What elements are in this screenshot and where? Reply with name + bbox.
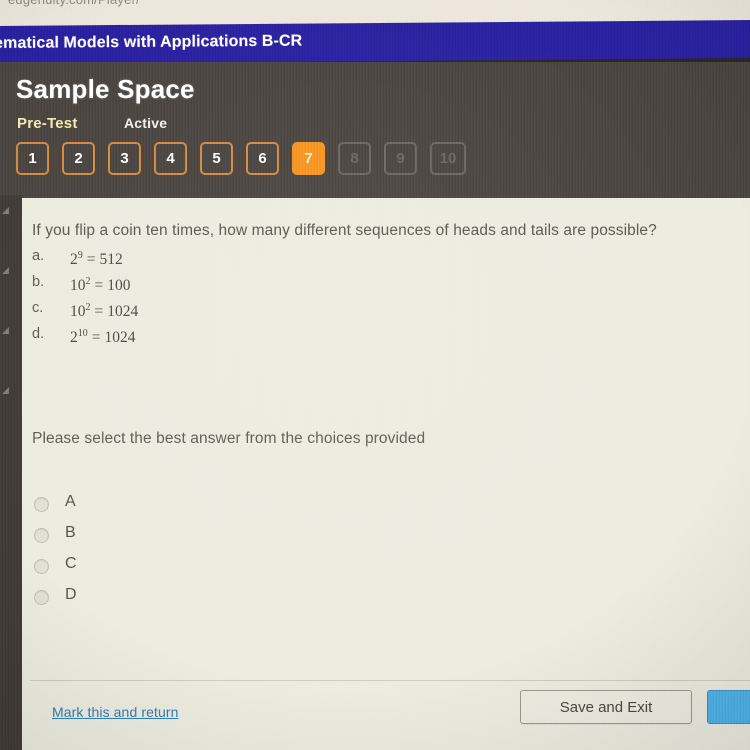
save-and-exit-button[interactable]: Save and Exit	[520, 690, 692, 724]
footer-divider	[30, 680, 750, 681]
rail-arrow-icon	[2, 207, 9, 214]
question-nav-button-10: 10	[430, 142, 466, 175]
assignment-status-label: Active	[123, 115, 168, 131]
url-text: edgenuity.com/Player/	[8, 0, 140, 7]
question-nav-button-7[interactable]: 7	[292, 142, 325, 175]
question-nav-button-label: 2	[74, 150, 83, 167]
question-nav-button-4[interactable]: 4	[154, 142, 187, 175]
answer-option-label: C	[65, 555, 77, 572]
answer-choice-expression: 102 = 100	[70, 276, 131, 295]
question-nav-button-label: 1	[28, 150, 37, 167]
answer-choice-expression: 210 = 1024	[70, 328, 136, 347]
question-nav-button-8: 8	[338, 142, 371, 175]
question-nav-button-5[interactable]: 5	[200, 142, 233, 175]
radio-button-icon[interactable]	[34, 590, 49, 605]
answer-choice-letter: a.	[32, 248, 45, 264]
question-nav-button-6[interactable]: 6	[246, 142, 279, 175]
answer-choice-letter: c.	[32, 300, 44, 316]
radio-button-icon[interactable]	[34, 528, 49, 543]
assignment-type-label: Pre-Test	[17, 115, 78, 132]
question-nav-button-label: 9	[396, 150, 405, 167]
question-nav-button-2[interactable]: 2	[62, 142, 95, 175]
question-panel: If you flip a coin ten times, how many d…	[22, 198, 750, 750]
question-nav-button-label: 8	[350, 150, 359, 167]
select-answer-prompt: Please select the best answer from the c…	[32, 430, 426, 447]
mark-this-and-return-link[interactable]: Mark this and return	[52, 704, 179, 720]
assignment-status-row: Pre-Test Active	[17, 115, 167, 133]
answer-choice-expression: 29 = 512	[70, 250, 123, 269]
answer-choice-letter: d.	[32, 326, 45, 342]
answer-choice-expression: 102 = 1024	[70, 302, 139, 321]
assignment-header: Sample Space Pre-Test Active 1 2 3 4 5 6 7 8 9 10	[0, 62, 750, 198]
next-button[interactable]	[707, 690, 750, 724]
screen-photo: edgenuity.com/Player/ ematical Models wi…	[0, 0, 750, 750]
question-number-nav[interactable]: 1 2 3 4 5 6 7 8 9 10	[16, 142, 466, 175]
question-nav-button-label: 5	[212, 150, 221, 167]
answer-choice-letter: b.	[32, 274, 45, 290]
rail-arrow-icon	[2, 387, 9, 394]
course-title-bar: ematical Models with Applications B-CR	[0, 20, 750, 64]
question-nav-button-9: 9	[384, 142, 417, 175]
question-nav-button-label: 6	[258, 150, 267, 167]
answer-option-label: D	[65, 586, 77, 603]
question-nav-button-label: 3	[120, 150, 129, 167]
question-stem: If you flip a coin ten times, how many d…	[32, 222, 657, 239]
question-nav-button-label: 7	[304, 150, 313, 167]
lesson-title: Sample Space	[16, 74, 195, 104]
question-nav-button-1[interactable]: 1	[16, 142, 49, 175]
answer-option-label: B	[65, 524, 76, 541]
question-nav-button-label: 4	[166, 150, 175, 167]
question-nav-button-3[interactable]: 3	[108, 142, 141, 175]
course-title: ematical Models with Applications B-CR	[0, 32, 303, 52]
radio-button-icon[interactable]	[34, 559, 49, 574]
question-nav-button-label: 10	[439, 150, 457, 167]
left-rail	[0, 195, 22, 750]
answer-option-label: A	[65, 493, 76, 510]
rail-arrow-icon	[2, 327, 9, 334]
rail-arrow-icon	[2, 267, 9, 274]
radio-button-icon[interactable]	[34, 497, 49, 512]
